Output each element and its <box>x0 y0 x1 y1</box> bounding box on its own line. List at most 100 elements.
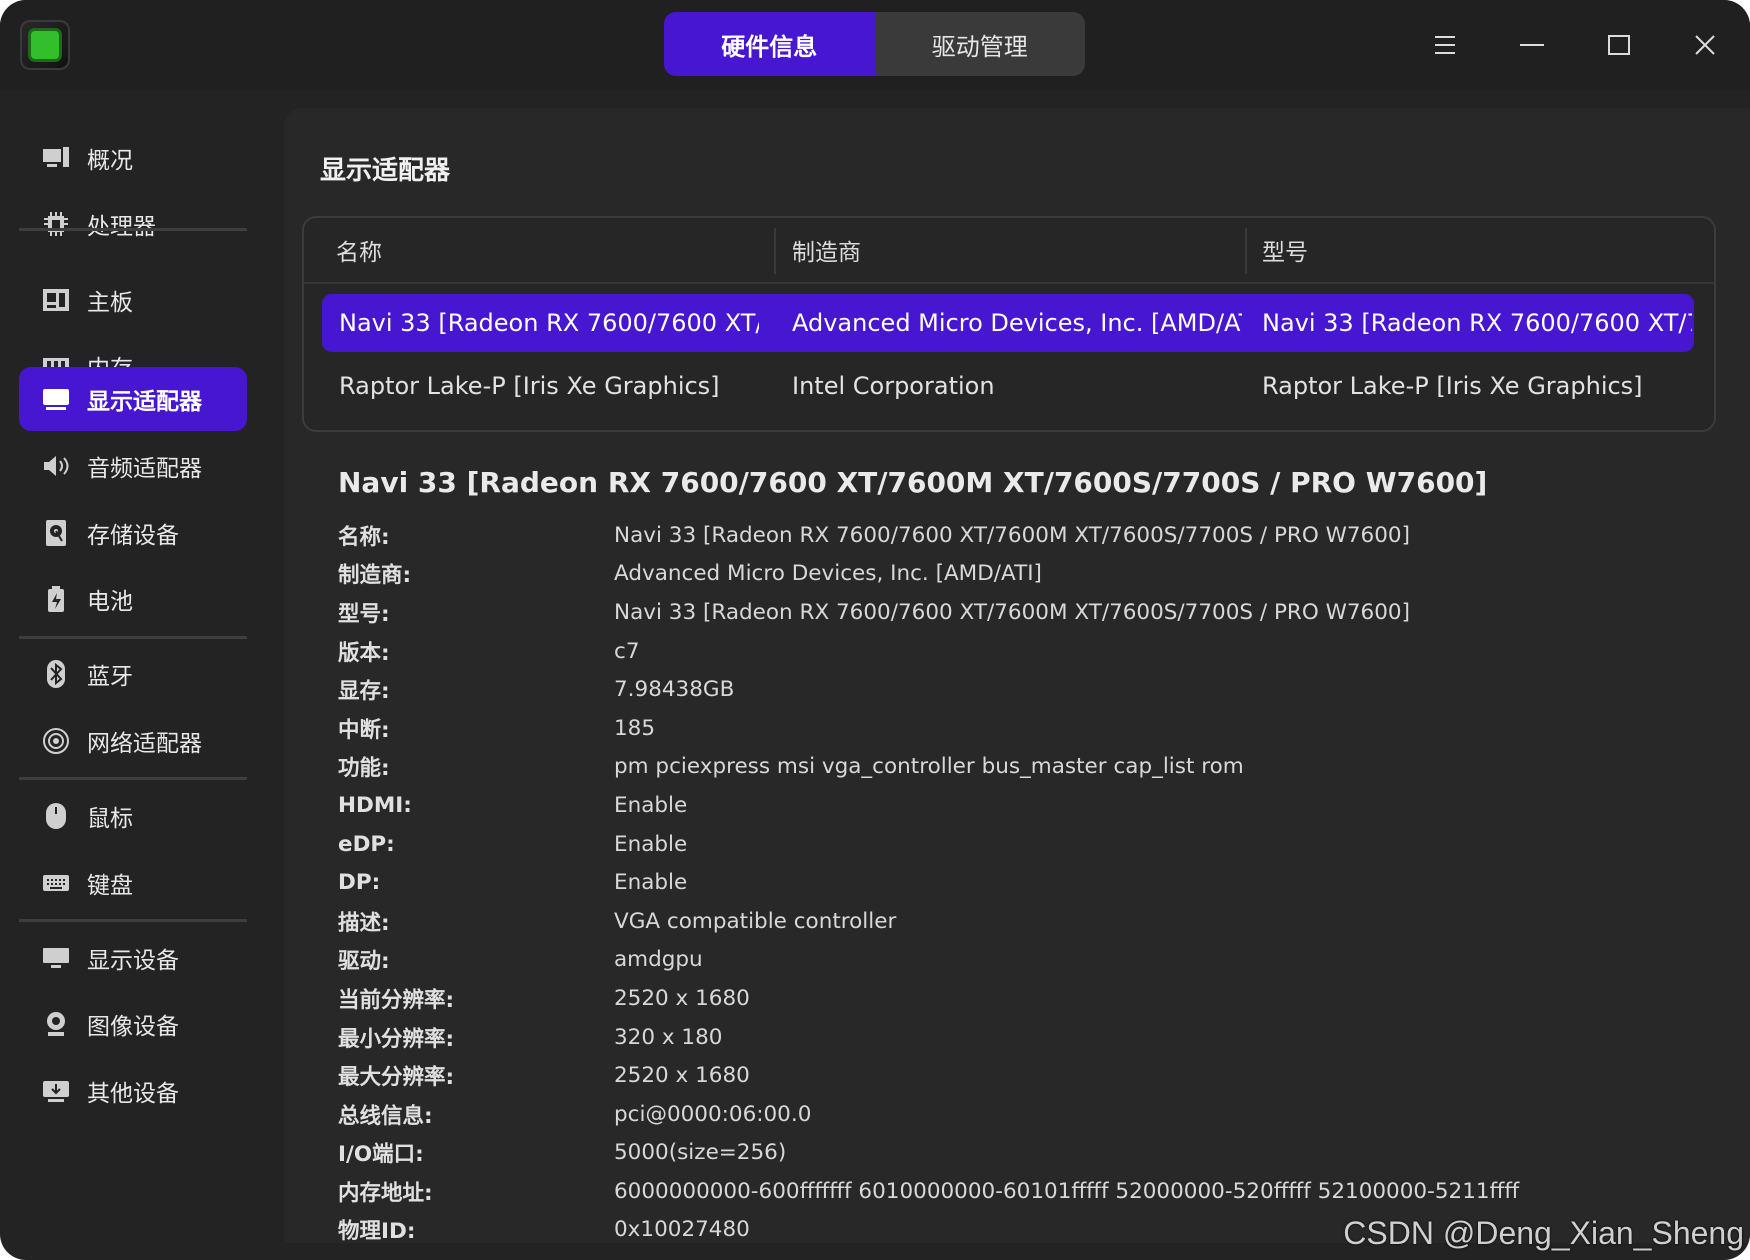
maximize-icon[interactable] <box>1594 20 1644 70</box>
detail-value[interactable]: amdgpu <box>614 947 703 972</box>
sidebar-item-label: 显示设备 <box>87 948 179 974</box>
divider <box>19 636 247 639</box>
detail-label: 内存地址: <box>338 1180 433 1206</box>
detail-value[interactable]: pm pciexpress msi vga_controller bus_mas… <box>614 754 1244 779</box>
minimize-icon[interactable] <box>1507 20 1557 70</box>
sidebar-item-label: 其他设备 <box>87 1081 179 1107</box>
menu-icon[interactable] <box>1420 20 1470 70</box>
sidebar-item-motherboard[interactable]: 主板 <box>19 268 247 332</box>
detail-value[interactable]: 2520 x 1680 <box>614 1063 750 1088</box>
detail-label: 制造商: <box>338 563 412 589</box>
detail-value[interactable]: Enable <box>614 832 687 857</box>
computer-icon <box>39 143 73 173</box>
display-adapter-icon <box>39 384 73 414</box>
detail-row: 最小分辨率: 320 x 180 <box>338 1018 1519 1057</box>
sidebar: 概况 处理器 主板 内存 显示适配器 音频适配器 存储设备 电池 <box>0 90 270 1260</box>
table-row[interactable]: Navi 33 [Radeon RX 7600/7600 XT/7… Advan… <box>322 294 1694 352</box>
speaker-icon <box>39 451 73 481</box>
sidebar-item-label: 显示适配器 <box>87 389 202 415</box>
detail-label: HDMI: <box>338 792 412 818</box>
detail-value[interactable]: 2520 x 1680 <box>614 986 750 1011</box>
sidebar-item-display-adapter[interactable]: 显示适配器 <box>19 367 247 431</box>
detail-row: I/O端口: 5000(size=256) <box>338 1134 1519 1173</box>
detail-label: 中断: <box>338 717 390 743</box>
mouse-icon <box>39 801 73 831</box>
detail-value[interactable]: Enable <box>614 870 687 895</box>
detail-value[interactable]: Advanced Micro Devices, Inc. [AMD/ATI] <box>614 561 1042 586</box>
detail-label: 版本: <box>338 640 390 666</box>
table-row[interactable]: Raptor Lake-P [Iris Xe Graphics] Intel C… <box>322 357 1694 415</box>
column-header-model[interactable]: 型号 <box>1262 218 1308 282</box>
detail-row: 物理ID: 0x10027480 <box>338 1211 1519 1250</box>
detail-label: 当前分辨率: <box>338 987 455 1013</box>
tab-hardware-info[interactable]: 硬件信息 <box>664 12 875 76</box>
cpu-icon <box>39 209 73 239</box>
detail-value[interactable]: VGA compatible controller <box>614 909 896 934</box>
sidebar-item-other-devices[interactable]: 其他设备 <box>19 1059 247 1123</box>
other-device-icon <box>39 1076 73 1106</box>
detail-row: 显存: 7.98438GB <box>338 670 1519 709</box>
detail-value[interactable]: pci@0000:06:00.0 <box>614 1102 811 1127</box>
sidebar-item-display-device[interactable]: 显示设备 <box>19 926 247 990</box>
tab-driver-management[interactable]: 驱动管理 <box>875 12 1086 76</box>
sidebar-item-label: 音频适配器 <box>87 456 202 482</box>
table-header: 名称 制造商 型号 <box>304 218 1714 284</box>
keyboard-icon <box>39 868 73 898</box>
divider <box>19 919 247 922</box>
detail-list: 名称: Navi 33 [Radeon RX 7600/7600 XT/7600M… <box>338 516 1519 1249</box>
detail-value[interactable]: 7.98438GB <box>614 677 734 702</box>
detail-row: 制造商: Advanced Micro Devices, Inc. [AMD/AT… <box>338 555 1519 594</box>
detail-label: 总线信息: <box>338 1103 433 1129</box>
camera-icon <box>39 1009 73 1039</box>
detail-label: 描述: <box>338 910 390 936</box>
detail-label: 型号: <box>338 601 390 627</box>
detail-value[interactable]: 0x10027480 <box>614 1217 750 1242</box>
detail-value[interactable]: Navi 33 [Radeon RX 7600/7600 XT/7600M XT… <box>614 600 1410 625</box>
divider <box>19 228 247 231</box>
detail-row: eDP: Enable <box>338 825 1519 864</box>
detail-value[interactable]: 6000000000-600fffffff 6010000000-60101ff… <box>614 1179 1519 1204</box>
detail-label: DP: <box>338 870 381 896</box>
column-header-name[interactable]: 名称 <box>336 218 382 282</box>
detail-value[interactable]: 5000(size=256) <box>614 1140 786 1165</box>
detail-row: 最大分辨率: 2520 x 1680 <box>338 1056 1519 1095</box>
section-title: 显示适配器 <box>320 156 451 186</box>
sidebar-item-network-adapter[interactable]: 网络适配器 <box>19 709 247 773</box>
detail-value[interactable]: Enable <box>614 793 687 818</box>
monitor-icon <box>39 943 73 973</box>
detail-label: 功能: <box>338 756 390 782</box>
detail-label: 驱动: <box>338 949 390 975</box>
detail-value[interactable]: c7 <box>614 639 640 664</box>
sidebar-item-bluetooth[interactable]: 蓝牙 <box>19 642 247 706</box>
column-header-vendor[interactable]: 制造商 <box>792 218 861 282</box>
sidebar-item-audio-adapter[interactable]: 音频适配器 <box>19 434 247 498</box>
sidebar-item-battery[interactable]: 电池 <box>19 567 247 631</box>
sidebar-item-storage[interactable]: 存储设备 <box>19 501 247 565</box>
sidebar-item-keyboard[interactable]: 键盘 <box>19 851 247 915</box>
detail-label: 显存: <box>338 679 390 705</box>
column-divider[interactable] <box>774 228 776 274</box>
device-table: 名称 制造商 型号 Navi 33 [Radeon RX 7600/7600 X… <box>302 216 1716 432</box>
close-icon[interactable] <box>1680 20 1730 70</box>
sidebar-item-label: 键盘 <box>87 873 133 899</box>
view-switcher: 硬件信息 驱动管理 <box>664 12 1085 76</box>
detail-label: eDP: <box>338 831 395 857</box>
detail-value[interactable]: Navi 33 [Radeon RX 7600/7600 XT/7600M XT… <box>614 523 1410 548</box>
detail-value[interactable]: 185 <box>614 716 655 741</box>
sidebar-item-processor[interactable]: 处理器 <box>19 192 247 256</box>
table-cell: Intel Corporation <box>792 372 995 400</box>
detail-value[interactable]: 320 x 180 <box>614 1025 722 1050</box>
detail-row: 功能: pm pciexpress msi vga_controller bus_… <box>338 748 1519 787</box>
main-panel: 显示适配器 名称 制造商 型号 Navi 33 [Radeon RX 7600/… <box>284 108 1750 1244</box>
sidebar-item-label: 蓝牙 <box>87 664 133 690</box>
bluetooth-icon <box>39 659 73 689</box>
column-divider[interactable] <box>1245 228 1247 274</box>
sidebar-item-overview[interactable]: 概况 <box>19 126 247 190</box>
sidebar-item-imaging-device[interactable]: 图像设备 <box>19 992 247 1056</box>
app-logo-icon <box>20 20 70 70</box>
detail-row: 内存地址: 6000000000-600fffffff 6010000000-60… <box>338 1172 1519 1211</box>
detail-row: 版本: c7 <box>338 632 1519 671</box>
table-cell: Advanced Micro Devices, Inc. [AMD/ATI] <box>792 309 1242 337</box>
detail-row: 中断: 185 <box>338 709 1519 748</box>
sidebar-item-mouse[interactable]: 鼠标 <box>19 784 247 848</box>
